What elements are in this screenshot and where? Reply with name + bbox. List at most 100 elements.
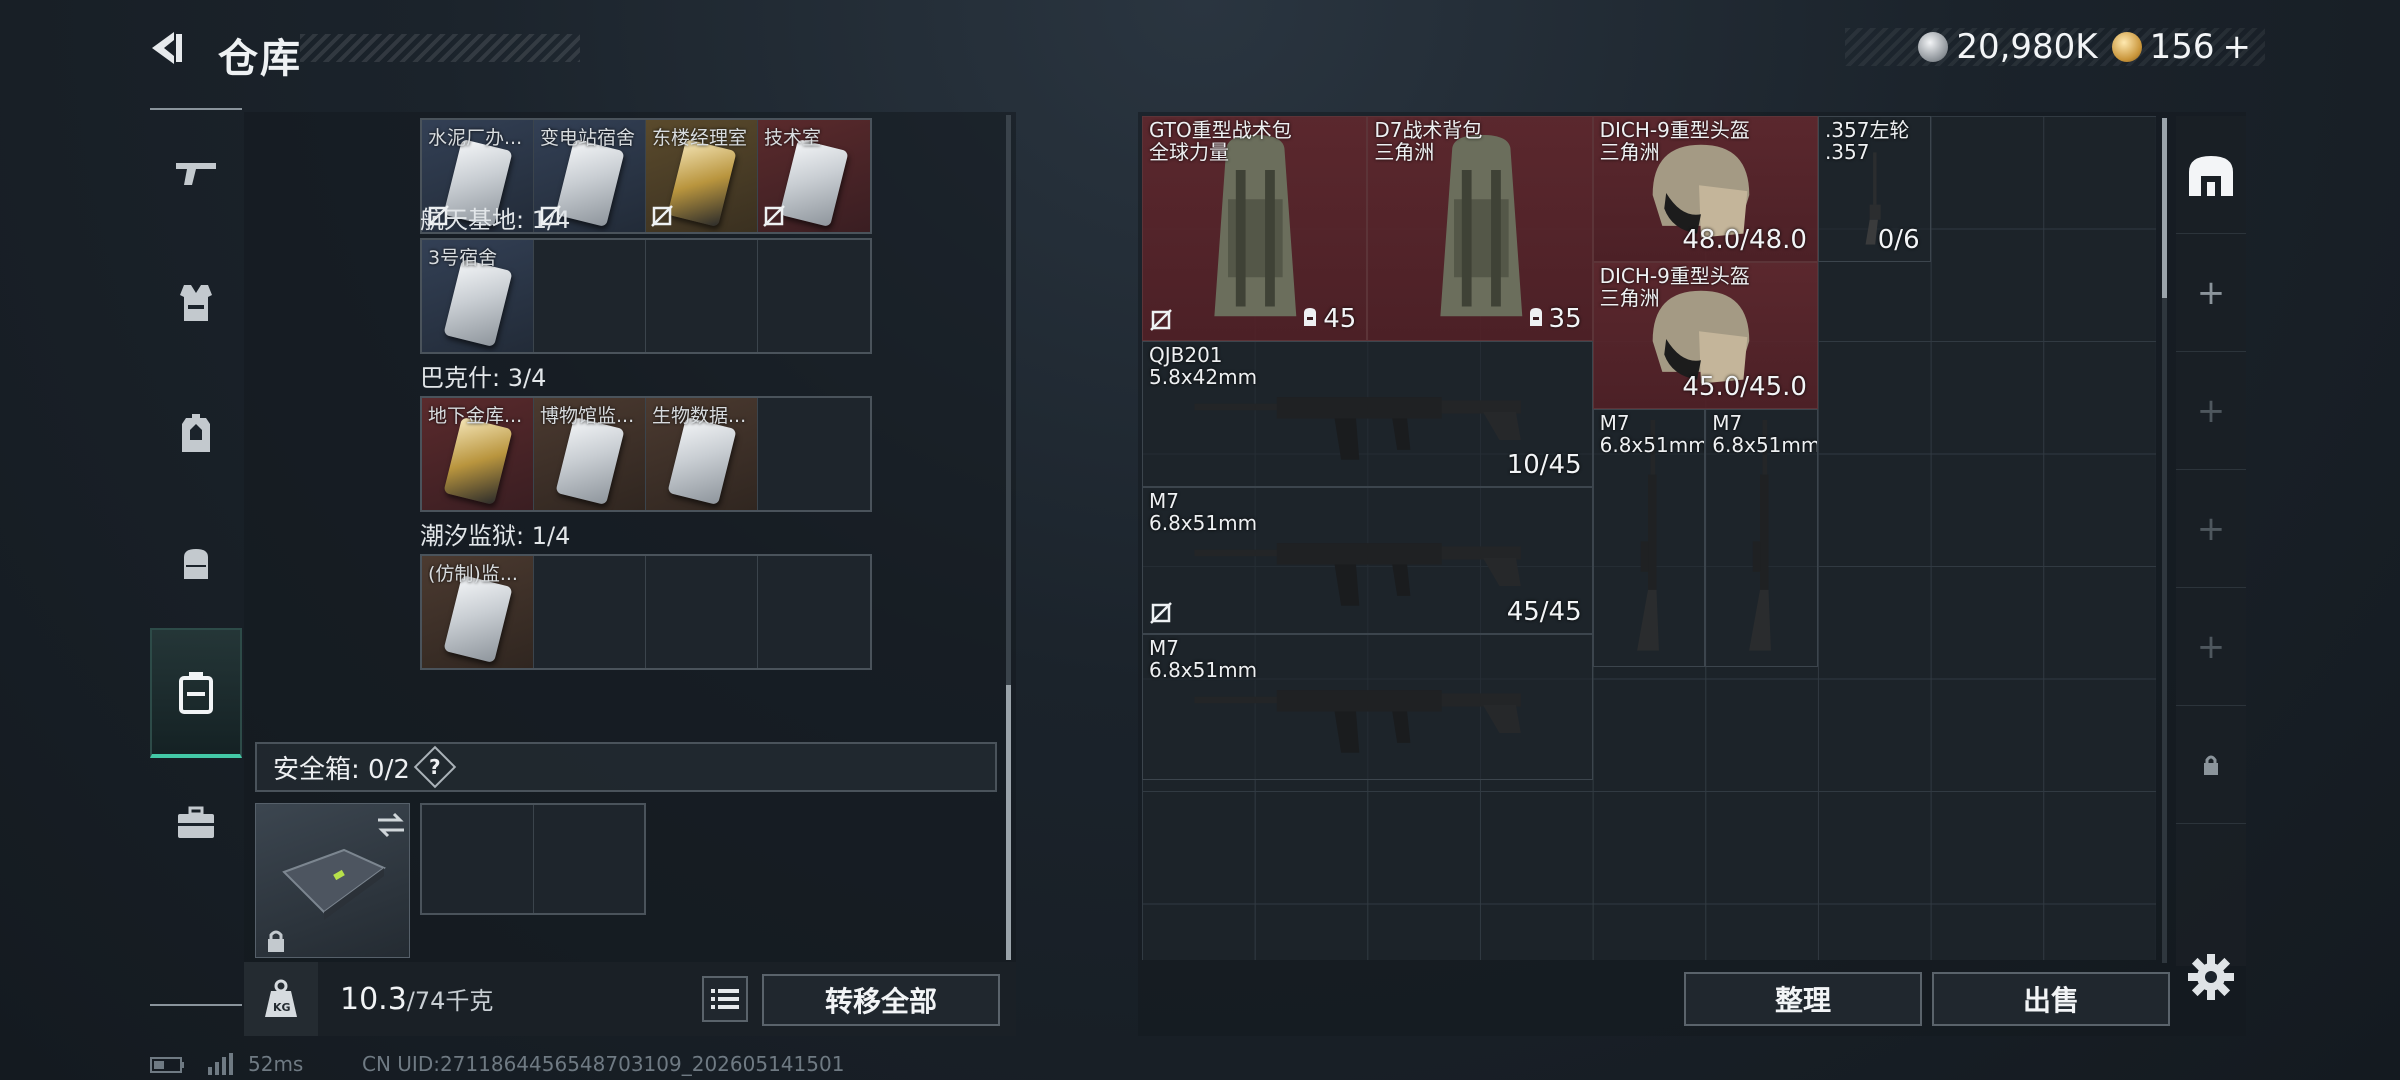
container-scrollbar[interactable]	[1006, 115, 1011, 960]
warehouse-icon	[2189, 155, 2233, 196]
stash-tab-main[interactable]	[2176, 116, 2246, 234]
keycard-icon	[667, 138, 737, 228]
rail-item-container[interactable]	[150, 628, 242, 758]
scroll-thumb[interactable]	[2162, 118, 2167, 298]
keycard-label: 水泥厂办...	[428, 127, 523, 149]
settings-gear-icon[interactable]	[2186, 952, 2236, 1002]
item-subtitle: 6.8x51mm	[1599, 432, 1706, 457]
stash-item[interactable]: DICH-9重型头盔 三角洲 48.0/48.0	[1592, 116, 1818, 263]
empty-slot[interactable]	[534, 556, 646, 668]
keycard-slot[interactable]: 生物数据...	[646, 398, 758, 510]
add-stash-tab-button[interactable]: +	[2176, 588, 2246, 706]
stash-item[interactable]: GTO重型战术包 全球力量 45	[1142, 116, 1368, 341]
safe-box-header: 安全箱: 0/2 ?	[255, 742, 997, 792]
rail-item-backpack[interactable]	[150, 368, 242, 498]
add-stash-tab-button[interactable]: +	[2176, 234, 2246, 352]
keycard-slot[interactable]: 博物馆监...	[534, 398, 646, 510]
item-name: M7 6.8x51mm	[1149, 490, 1257, 534]
weight-max: /74千克	[406, 987, 494, 1015]
item-value: 10/45	[1507, 450, 1582, 480]
keycard-slot[interactable]: 地下金库...	[422, 398, 534, 510]
swap-icon[interactable]	[376, 812, 406, 838]
vest-icon	[180, 285, 212, 321]
stash-scrollbar[interactable]	[2162, 118, 2167, 963]
stash-item[interactable]: M7 6.8x51mm 45/45	[1142, 487, 1593, 634]
status-row: 52ms	[150, 1052, 303, 1076]
rail-divider	[150, 1004, 242, 1006]
stash-item[interactable]: M7 6.8x51mm	[1592, 408, 1706, 668]
item-subtitle: 三角洲	[1599, 140, 1660, 164]
stash-item[interactable]: D7战术背包 三角洲 35	[1367, 116, 1593, 341]
silver-amount: 20,980K	[1956, 27, 2098, 67]
capacity-icon	[1301, 304, 1323, 334]
gold-coin-icon	[2111, 32, 2142, 62]
keycard-icon	[443, 574, 513, 664]
keycard-slot[interactable]: 3号宿舍	[422, 240, 534, 352]
transfer-all-button[interactable]: 转移全部	[762, 974, 1000, 1026]
currency-bar: 20,980K 156 +	[1845, 27, 2265, 67]
sell-button[interactable]: 出售	[1932, 972, 2170, 1026]
scroll-thumb[interactable]	[1006, 685, 1011, 960]
item-title: .357左轮	[1824, 118, 1910, 142]
keycard-slot[interactable]: 东楼经理室	[646, 120, 758, 232]
rail-item-vest[interactable]	[150, 238, 242, 368]
safe-box-item[interactable]	[255, 803, 410, 958]
empty-slot[interactable]	[758, 556, 870, 668]
empty-slot[interactable]	[646, 240, 758, 352]
empty-slot[interactable]	[422, 805, 534, 913]
help-icon[interactable]: ?	[413, 745, 457, 789]
stash-item[interactable]: .357左轮 .357 0/6	[1817, 116, 1931, 263]
keycard-icon	[667, 416, 737, 506]
item-value-text: 10/45	[1506, 450, 1582, 481]
list-icon	[711, 989, 739, 1009]
rail-item-bag[interactable]	[150, 498, 242, 628]
keycard-slot[interactable]: (仿制)监...	[422, 556, 534, 668]
keycard-icon	[555, 416, 625, 506]
keycard-slot[interactable]: 技术室	[758, 120, 870, 232]
untradeable-icon	[1149, 601, 1173, 625]
stash-item[interactable]: QJB201 5.8x42mm 10/45	[1142, 341, 1593, 488]
add-currency-button[interactable]: +	[2223, 27, 2252, 67]
rail-item-toolbox[interactable]	[150, 758, 242, 888]
item-name: DICH-9重型头盔 三角洲	[1600, 265, 1750, 309]
stash-item[interactable]: DICH-9重型头盔 三角洲 45.0/45.0	[1592, 262, 1818, 409]
item-value-text: 45/45	[1506, 596, 1582, 627]
empty-slot[interactable]	[533, 805, 644, 913]
add-stash-tab-button[interactable]: +	[2176, 470, 2246, 588]
item-name: M7 6.8x51mm	[1149, 637, 1257, 681]
gold-currency[interactable]: 156 +	[2111, 27, 2252, 67]
back-arrow-icon[interactable]	[148, 28, 188, 68]
item-value-text: 45.0/45.0	[1682, 371, 1807, 402]
keycard-label: 变电站宿舍	[540, 127, 636, 149]
weight-icon: KG	[244, 962, 318, 1036]
organize-button[interactable]: 整理	[1684, 972, 1922, 1026]
stash-item[interactable]: M7 6.8x51mm	[1142, 633, 1593, 780]
item-value-text: 0/6	[1877, 225, 1920, 256]
keycard-icon	[443, 416, 513, 506]
item-name: QJB201 5.8x42mm	[1149, 344, 1257, 388]
keycard-label: 生物数据...	[652, 405, 747, 427]
container-footer: KG 10.3/74千克 转移全部	[244, 962, 1016, 1036]
keycard-icon	[779, 138, 849, 228]
item-subtitle: 6.8x51mm	[1712, 432, 1818, 457]
rail-item-weapons[interactable]	[150, 108, 242, 238]
keycard-icon	[443, 258, 513, 348]
item-value-text: 45	[1323, 304, 1357, 334]
untradeable-icon	[763, 205, 785, 227]
add-stash-tab-button[interactable]: +	[2176, 352, 2246, 470]
group-label: 巴克什: 3/4	[420, 364, 547, 392]
user-uid: CN UID:2711864456548703109_202605141501	[362, 1052, 845, 1076]
empty-slot[interactable]	[758, 240, 870, 352]
item-name: D7战术背包 三角洲	[1374, 119, 1482, 163]
locked-stash-tab	[2176, 706, 2246, 824]
safe-case-icon	[282, 848, 386, 920]
empty-slot[interactable]	[758, 398, 870, 510]
item-subtitle: 6.8x51mm	[1149, 657, 1258, 682]
list-view-button[interactable]	[702, 976, 748, 1022]
empty-slot[interactable]	[646, 556, 758, 668]
item-name: .357左轮 .357	[1825, 119, 1910, 163]
empty-slot[interactable]	[534, 240, 646, 352]
keycard-label: 3号宿舍	[428, 247, 498, 269]
stash-item[interactable]: M7 6.8x51mm	[1705, 408, 1818, 668]
bag-icon	[184, 549, 208, 579]
